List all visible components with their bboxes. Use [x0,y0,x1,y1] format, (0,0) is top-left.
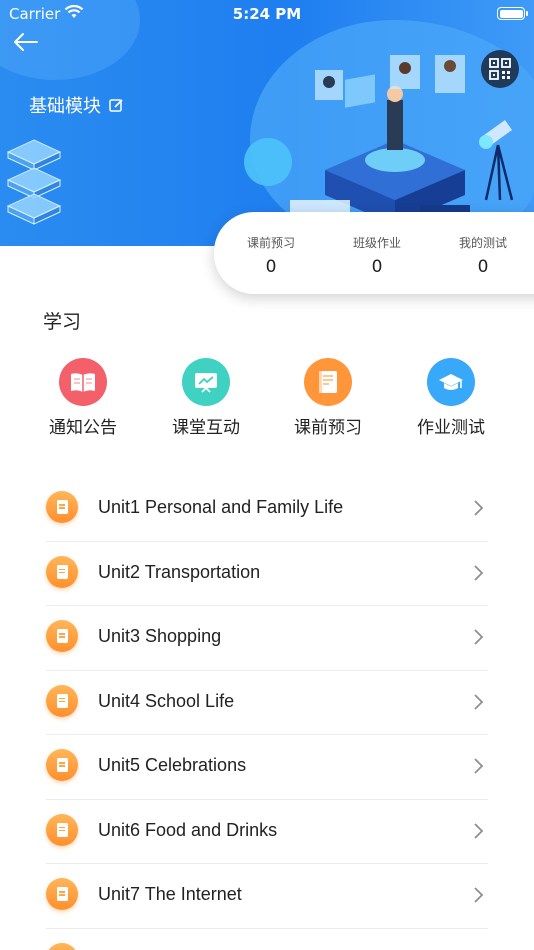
stat-value: 0 [477,257,489,277]
notebook-icon [319,371,337,393]
page-title: 基础模块 [29,96,101,117]
list-item[interactable]: Unit4 School Life [0,671,534,735]
unit-label: Unit6 Food and Drinks [98,819,278,840]
chevron-right-icon [474,822,484,839]
grid-item-label: 课堂互动 [172,418,240,438]
chevron-right-icon [474,887,484,903]
data-stack-illustration [6,139,62,225]
stats-card: 课前预习 0 班级作业 0 我的测试 0 [214,212,534,294]
preview-circle [304,358,352,406]
chevron-right-icon [474,693,484,710]
stat-class-homework[interactable]: 班级作业 0 [324,212,430,294]
notice-circle [59,358,107,406]
unit-notebook-icon [46,942,78,950]
stat-label: 我的测试 [458,236,507,250]
chevron-right-icon [474,758,484,774]
unit-label: Unit7 The Internet [98,884,242,904]
status-bar: Carrier 5:24 PM [0,0,534,28]
stat-label: 课前预习 [246,236,295,250]
list-item[interactable]: Unit5 Celebrations [0,735,534,800]
book-icon [71,373,95,392]
unit-notebook-icon [46,878,78,910]
unit-notebook-icon [46,491,78,523]
list-item[interactable]: Unit3 Shopping [0,606,534,671]
unit-notebook-icon [46,749,78,781]
chevron-right-icon [474,564,484,581]
header-banner: Carrier 5:24 PM 基础模块 [0,0,534,246]
list-item[interactable]: Unit6 Food and Drinks [0,800,534,864]
homework-circle [427,358,475,406]
chevron-right-icon [474,629,484,645]
study-grid: 通知公告 课堂互动 课前预习 作业测试 [0,358,534,438]
stat-value: 0 [265,257,277,277]
section-title: 学习 [43,311,82,333]
unit-label: Unit5 Celebrations [98,755,247,775]
unit-notebook-icon [46,813,78,846]
grid-item-label: 作业测试 [417,418,485,438]
grid-item-homework-test[interactable]: 作业测试 [391,358,511,438]
stat-preview[interactable]: 课前预习 0 [218,212,324,294]
grid-item-classroom-interaction[interactable]: 课堂互动 [146,358,266,438]
grid-item-label: 课前预习 [294,418,362,438]
list-item[interactable]: Unit1 Personal and Family Life [0,477,534,542]
interaction-circle [182,358,230,406]
stat-label: 班级作业 [352,236,401,250]
unit-label: Unit1 Personal and Family Life [98,497,344,517]
graduation-cap-icon [439,374,463,390]
list-item-partial[interactable] [0,929,534,950]
back-arrow-icon[interactable] [10,28,42,56]
battery-icon [497,7,528,20]
unit-list: Unit1 Personal and Family Life Unit2 Tra… [0,477,534,950]
unit-notebook-icon [46,684,78,717]
unit-label: Unit4 School Life [98,690,235,711]
stat-value: 0 [371,257,383,277]
list-item[interactable]: Unit2 Transportation [0,542,534,606]
unit-label: Unit2 Transportation [98,561,261,582]
chevron-right-icon [474,500,484,516]
unit-notebook-icon [46,555,78,588]
stat-my-tests[interactable]: 我的测试 0 [430,212,534,294]
grid-item-notice[interactable]: 通知公告 [23,358,143,438]
grid-item-preview[interactable]: 课前预习 [268,358,388,438]
module-title[interactable]: 基础模块 [29,92,124,118]
board-icon [195,373,217,393]
status-time: 5:24 PM [232,5,302,23]
unit-label: Unit3 Shopping [98,626,222,646]
edit-icon[interactable] [109,98,124,113]
unit-notebook-icon [46,620,78,652]
list-item[interactable]: Unit7 The Internet [0,864,534,929]
grid-item-label: 通知公告 [49,418,117,438]
